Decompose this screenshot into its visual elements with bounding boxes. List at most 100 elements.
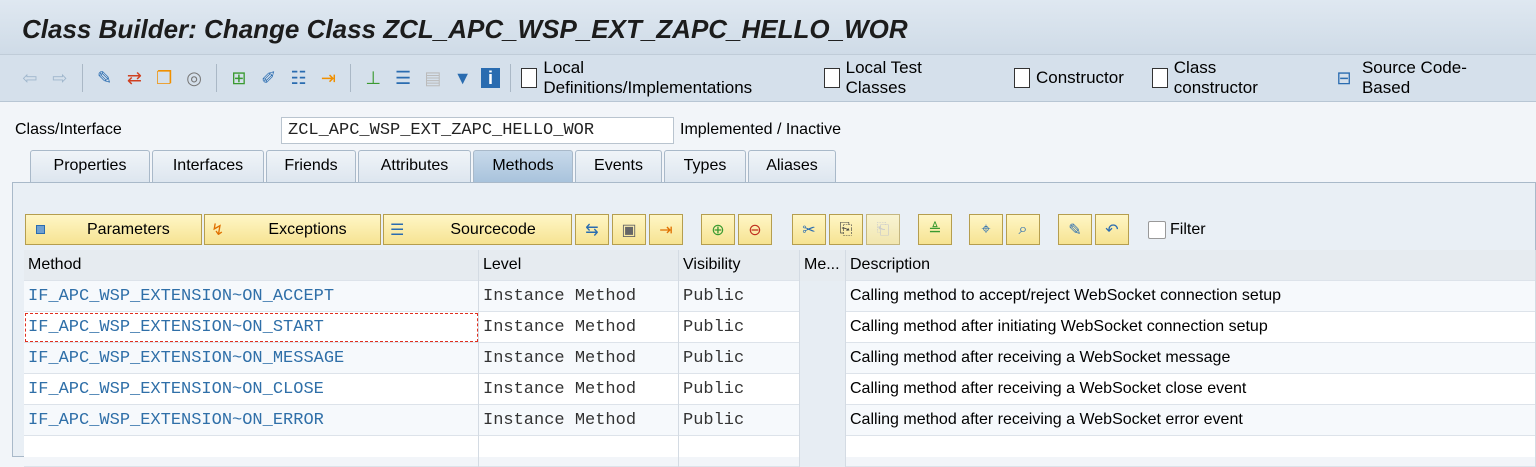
navigate-button[interactable]: ⇆ xyxy=(575,214,609,245)
description-cell[interactable]: Calling method after receiving a WebSock… xyxy=(846,343,1536,374)
column-description[interactable]: Description xyxy=(846,250,1536,281)
navigate-icon[interactable]: ⇥ xyxy=(316,66,340,90)
other-object-icon[interactable]: ❐ xyxy=(152,66,176,90)
layout-icon[interactable]: ▤ xyxy=(421,66,445,90)
insert-row-button[interactable]: ⊕ xyxy=(701,214,735,245)
level-cell[interactable]: Instance Method xyxy=(479,312,679,343)
table-row[interactable]: IF_APC_WSP_EXTENSION~ON_ERROR Instance M… xyxy=(24,405,1536,436)
tab-types[interactable]: Types xyxy=(664,150,746,182)
tab-aliases[interactable]: Aliases xyxy=(748,150,836,182)
hierarchy-icon[interactable]: ⊥ xyxy=(361,66,385,90)
description-cell[interactable] xyxy=(846,436,1536,467)
check-icon[interactable]: ⊞ xyxy=(227,66,251,90)
tab-properties[interactable]: Properties xyxy=(30,150,150,182)
table-row[interactable]: IF_APC_WSP_EXTENSION~ON_MESSAGE Instance… xyxy=(24,343,1536,374)
method-cell[interactable]: IF_APC_WSP_EXTENSION~ON_ACCEPT xyxy=(24,281,479,312)
method-type-cell[interactable] xyxy=(800,374,846,405)
description-cell[interactable]: Calling method to accept/reject WebSocke… xyxy=(846,281,1536,312)
table-row[interactable]: IF_APC_WSP_EXTENSION~ON_ACCEPT Instance … xyxy=(24,281,1536,312)
visibility-cell[interactable]: Public xyxy=(679,281,800,312)
test-icon[interactable]: ☷ xyxy=(287,66,311,90)
description-cell[interactable]: Calling method after initiating WebSocke… xyxy=(846,312,1536,343)
filter-icon[interactable]: ▼ xyxy=(451,66,475,90)
method-type-cell[interactable] xyxy=(800,281,846,312)
find-next-button[interactable]: ⌕ xyxy=(1006,214,1040,245)
paste-button[interactable]: ⎗ xyxy=(866,214,900,245)
detail-view-button[interactable]: ▣ xyxy=(612,214,646,245)
tab-attributes[interactable]: Attributes xyxy=(358,150,471,182)
delete-row-button[interactable]: ⊖ xyxy=(738,214,772,245)
level-cell[interactable]: Instance Method xyxy=(479,374,679,405)
goto-button[interactable]: ⇥ xyxy=(649,214,683,245)
table-row[interactable]: IF_APC_WSP_EXTENSION~ON_CLOSE Instance M… xyxy=(24,374,1536,405)
column-me[interactable]: Me... xyxy=(800,250,846,281)
method-type-cell[interactable] xyxy=(800,312,846,343)
level-cell[interactable]: Instance Method xyxy=(479,343,679,374)
exceptions-button[interactable]: ↯ Exceptions xyxy=(204,214,381,245)
label: Local Definitions/Implementations xyxy=(543,58,753,97)
method-type-cell[interactable] xyxy=(800,343,846,374)
filter-checkbox[interactable] xyxy=(1148,221,1166,239)
separator xyxy=(350,64,352,92)
tab-interfaces[interactable]: Interfaces xyxy=(152,150,264,182)
description-cell[interactable]: Calling method after receiving a WebSock… xyxy=(846,405,1536,436)
visibility-cell[interactable]: Public xyxy=(679,343,800,374)
sort-button[interactable]: ≜ xyxy=(918,214,952,245)
exceptions-icon: ↯ xyxy=(211,221,225,239)
copy-button[interactable]: ⎘ xyxy=(829,214,863,245)
redefine-button[interactable]: ✎ xyxy=(1058,214,1092,245)
visibility-cell[interactable]: Public xyxy=(679,405,800,436)
activate-icon[interactable]: ✐ xyxy=(257,66,281,90)
method-type-cell[interactable] xyxy=(800,436,846,467)
parameters-button[interactable]: Parameters xyxy=(25,214,202,245)
separator xyxy=(510,64,512,92)
document-icon xyxy=(1151,68,1168,88)
source-code-icon: ⊟ xyxy=(1336,67,1352,88)
tab-friends[interactable]: Friends xyxy=(266,150,356,182)
label: Local Test Classes xyxy=(845,58,922,97)
local-definitions-button[interactable]: Local Definitions/Implementations xyxy=(521,58,795,98)
document-icon xyxy=(823,68,840,88)
level-cell[interactable]: Instance Method xyxy=(479,405,679,436)
stack-icon[interactable]: ☰ xyxy=(391,66,415,90)
constructor-button[interactable]: Constructor xyxy=(1014,68,1124,88)
find-button[interactable]: ⌖ xyxy=(969,214,1003,245)
back-icon[interactable]: ⇦ xyxy=(18,66,42,90)
sourcecode-button[interactable]: ☰ Sourcecode xyxy=(383,214,572,245)
tab-methods[interactable]: Methods xyxy=(473,150,573,182)
method-cell[interactable]: IF_APC_WSP_EXTENSION~ON_CLOSE xyxy=(24,374,479,405)
method-cell[interactable]: IF_APC_WSP_EXTENSION~ON_START xyxy=(24,312,479,343)
undo-redefinition-button[interactable]: ↶ xyxy=(1095,214,1129,245)
visibility-cell[interactable]: Public xyxy=(679,312,800,343)
level-cell[interactable] xyxy=(479,436,679,467)
cut-button[interactable]: ✂ xyxy=(792,214,826,245)
method-type-cell[interactable] xyxy=(800,405,846,436)
tab-events[interactable]: Events xyxy=(575,150,662,182)
filter-label: Filter xyxy=(1170,221,1206,238)
method-cell[interactable] xyxy=(24,436,479,467)
source-code-based-button[interactable]: ⊟ Source Code-Based xyxy=(1332,58,1514,98)
active-inactive-icon[interactable]: ⇄ xyxy=(122,66,146,90)
method-cell[interactable]: IF_APC_WSP_EXTENSION~ON_ERROR xyxy=(24,405,479,436)
column-method[interactable]: Method xyxy=(24,250,479,281)
table-row[interactable]: IF_APC_WSP_EXTENSION~ON_START Instance M… xyxy=(24,312,1536,343)
info-icon[interactable]: i xyxy=(480,68,501,88)
display-change-icon[interactable]: ✎ xyxy=(93,66,117,90)
where-used-icon[interactable]: ◎ xyxy=(182,66,206,90)
column-level[interactable]: Level xyxy=(479,250,679,281)
forward-icon[interactable]: ⇨ xyxy=(48,66,72,90)
method-cell[interactable]: IF_APC_WSP_EXTENSION~ON_MESSAGE xyxy=(24,343,479,374)
class-constructor-button[interactable]: Class constructor xyxy=(1151,58,1304,98)
class-interface-label: Class/Interface xyxy=(15,121,122,138)
visibility-cell[interactable]: Public xyxy=(679,374,800,405)
column-visibility[interactable]: Visibility xyxy=(679,250,800,281)
document-icon xyxy=(1014,68,1030,88)
class-interface-field[interactable]: ZCL_APC_WSP_EXT_ZAPC_HELLO_WOR xyxy=(281,117,674,144)
label: Class constructor xyxy=(1173,58,1258,97)
local-test-classes-button[interactable]: Local Test Classes xyxy=(823,58,986,98)
description-cell[interactable]: Calling method after receiving a WebSock… xyxy=(846,374,1536,405)
visibility-cell[interactable] xyxy=(679,436,800,467)
tab-strip: Properties Interfaces Friends Attributes… xyxy=(30,150,838,182)
table-row[interactable] xyxy=(24,436,1536,467)
level-cell[interactable]: Instance Method xyxy=(479,281,679,312)
